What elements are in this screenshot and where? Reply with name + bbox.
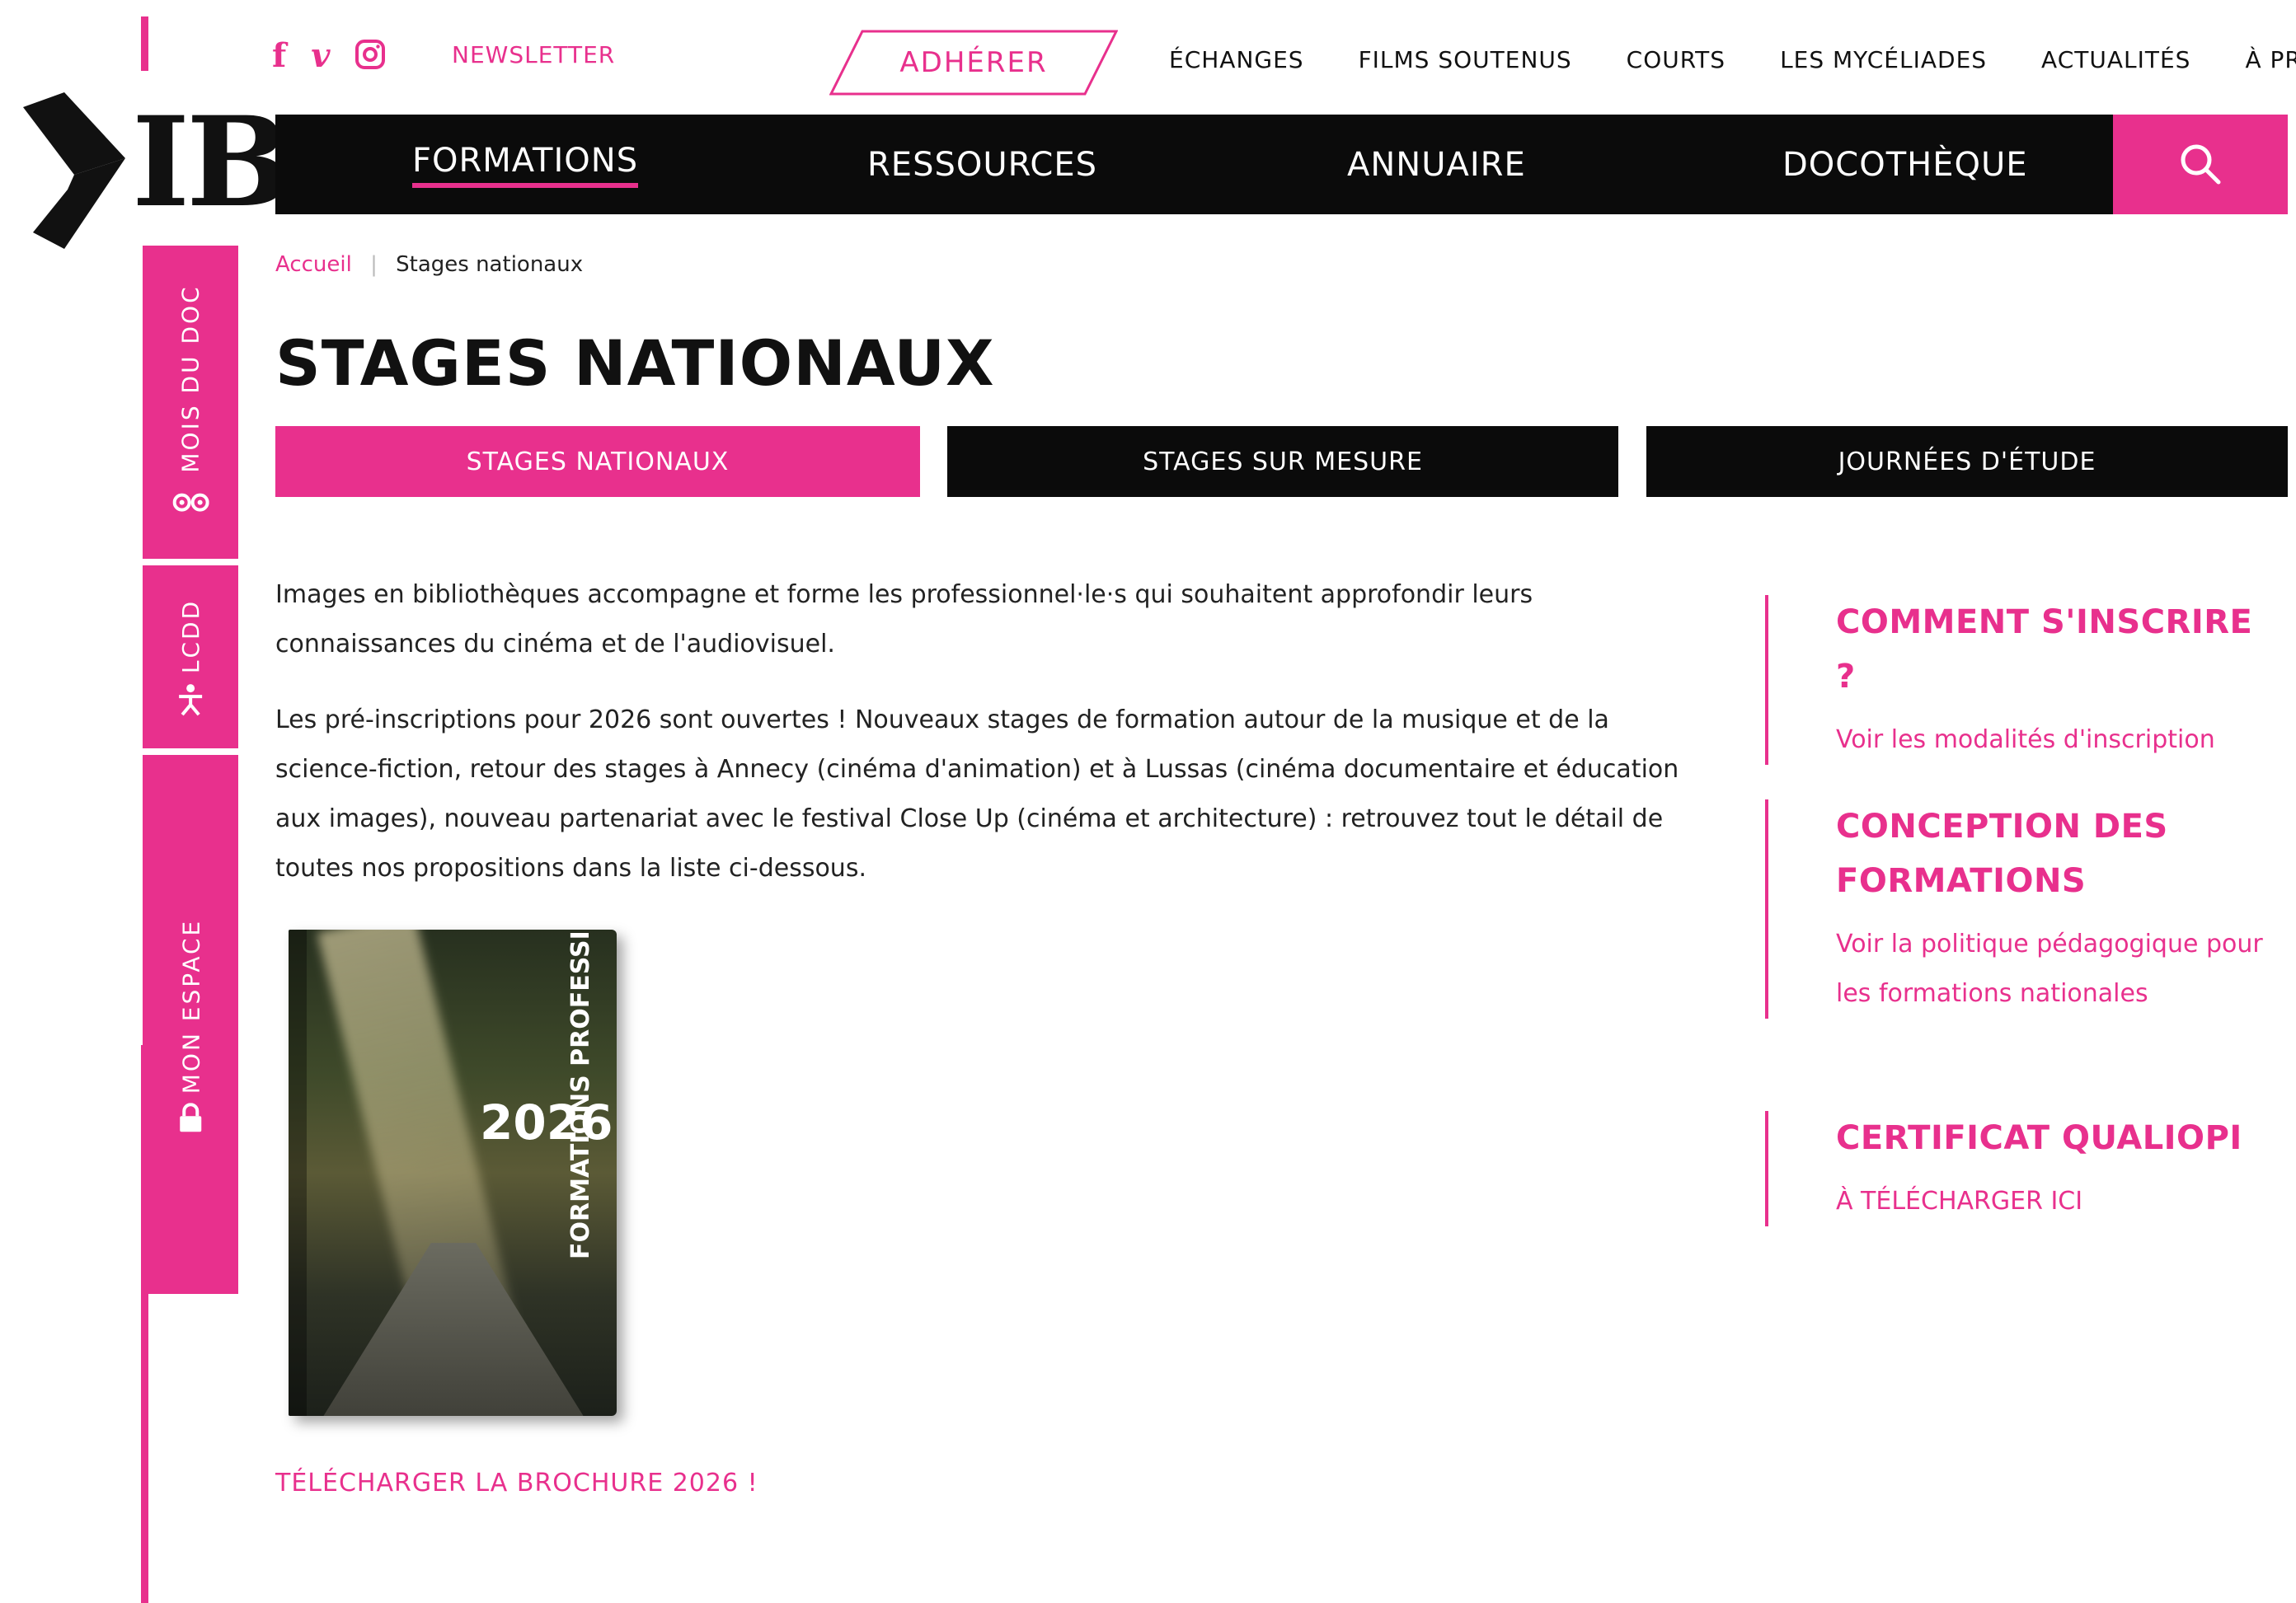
tab-stages-sur-mesure[interactable]: STAGES SUR MESURE xyxy=(947,426,1618,497)
sidebar-link-politique[interactable]: Voir la politique pédagogique pour les f… xyxy=(1836,920,2265,1019)
figure-icon xyxy=(176,683,205,716)
breadcrumb: Accueil | Stages nationaux xyxy=(275,252,583,277)
main-nav-formations[interactable]: FORMATIONS xyxy=(412,115,639,214)
newsletter-link[interactable]: NEWSLETTER xyxy=(452,41,615,68)
adherer-label: ADHÉRER xyxy=(899,46,1048,79)
sidebar-block-inscription: COMMENT S'INSCRIRE ? Voir les modalités … xyxy=(1765,595,2256,765)
side-tab-label: LCDD xyxy=(176,598,204,674)
side-tabs: MOIS DU DOC LCDD MON ESPACE xyxy=(143,246,238,1294)
logo-text: IB xyxy=(132,90,291,235)
side-tab-label: MOIS DU DOC xyxy=(176,284,204,473)
download-brochure-link[interactable]: TÉLÉCHARGER LA BROCHURE 2026 ! xyxy=(275,1469,758,1498)
intro-paragraph-1: Images en bibliothèques accompagne et fo… xyxy=(275,580,1533,659)
search-button[interactable] xyxy=(2113,115,2288,214)
sidebar-link-qualiopi[interactable]: À TÉLÉCHARGER ICI xyxy=(1836,1177,2256,1226)
sidebar-heading: CONCEPTION DES FORMATIONS xyxy=(1836,808,2168,900)
brochure-title: FORMATIONS PROFESSIONNELLES xyxy=(566,930,595,1259)
intro-paragraph-2: Les pré-inscriptions pour 2026 sont ouve… xyxy=(275,705,1679,883)
search-icon xyxy=(2181,144,2221,185)
top-nav-myceliades[interactable]: LES MYCÉLIADES xyxy=(1780,46,1987,73)
main-nav: FORMATIONS RESSOURCES ANNUAIRE DOCOTHÈQU… xyxy=(275,115,2288,214)
main-nav-ressources[interactable]: RESSOURCES xyxy=(867,115,1097,214)
top-nav-echanges[interactable]: ÉCHANGES xyxy=(1169,46,1304,73)
sidebar-block-qualiopi: CERTIFICAT QUALIOPI À TÉLÉCHARGER ICI xyxy=(1765,1111,2256,1226)
logo-mark-icon xyxy=(23,92,125,249)
facebook-icon[interactable]: f xyxy=(272,36,286,75)
main-nav-annuaire[interactable]: ANNUAIRE xyxy=(1347,115,1526,214)
left-accent-bar xyxy=(141,16,148,71)
side-tab-label: MON ESPACE xyxy=(176,918,204,1094)
lock-icon xyxy=(178,1103,203,1132)
top-nav-actualites[interactable]: ACTUALITÉS xyxy=(2041,46,2190,73)
instagram-icon[interactable] xyxy=(354,39,386,73)
intro-text: Images en bibliothèques accompagne et fo… xyxy=(275,570,1693,920)
tab-stages-nationaux[interactable]: STAGES NATIONAUX xyxy=(275,426,920,497)
tab-journees-etude[interactable]: JOURNÉES D'ÉTUDE xyxy=(1646,426,2288,497)
brochure-image: 2026 FORMATIONS PROFESSIONNELLES xyxy=(289,930,617,1416)
main-nav-docotheque[interactable]: DOCOTHÈQUE xyxy=(1782,115,2028,214)
sidebar-heading: COMMENT S'INSCRIRE ? xyxy=(1836,603,2253,696)
sidebar-link-inscription[interactable]: Voir les modalités d'inscription xyxy=(1836,715,2256,765)
site-logo[interactable]: IB xyxy=(16,92,291,249)
side-tab-lcdd[interactable]: LCDD xyxy=(143,565,238,748)
sidebar-heading: CERTIFICAT QUALIOPI xyxy=(1836,1119,2242,1157)
breadcrumb-home[interactable]: Accueil xyxy=(275,252,352,277)
side-tab-mois-du-doc[interactable]: MOIS DU DOC xyxy=(143,246,238,559)
glasses-icon xyxy=(172,491,209,513)
top-nav-courts[interactable]: COURTS xyxy=(1627,46,1726,73)
top-nav: ÉCHANGES FILMS SOUTENUS COURTS LES MYCÉL… xyxy=(1169,46,2296,73)
side-tab-mon-espace[interactable]: MON ESPACE xyxy=(143,755,238,1294)
top-nav-films-soutenus[interactable]: FILMS SOUTENUS xyxy=(1359,46,1572,73)
breadcrumb-separator: | xyxy=(370,252,378,277)
page-title: STAGES NATIONAUX xyxy=(275,326,995,400)
top-nav-a-propos[interactable]: À PROPOS xyxy=(2245,46,2296,73)
sidebar-block-conception: CONCEPTION DES FORMATIONS Voir la politi… xyxy=(1765,799,2265,1019)
main-nav-label: FORMATIONS xyxy=(412,142,639,188)
brochure-cover[interactable]: 2026 FORMATIONS PROFESSIONNELLES xyxy=(280,930,618,1419)
vimeo-icon[interactable]: v xyxy=(311,36,330,75)
adherer-button[interactable]: ADHÉRER xyxy=(829,30,1118,96)
social-links: f v xyxy=(272,36,386,75)
breadcrumb-current: Stages nationaux xyxy=(396,252,584,277)
